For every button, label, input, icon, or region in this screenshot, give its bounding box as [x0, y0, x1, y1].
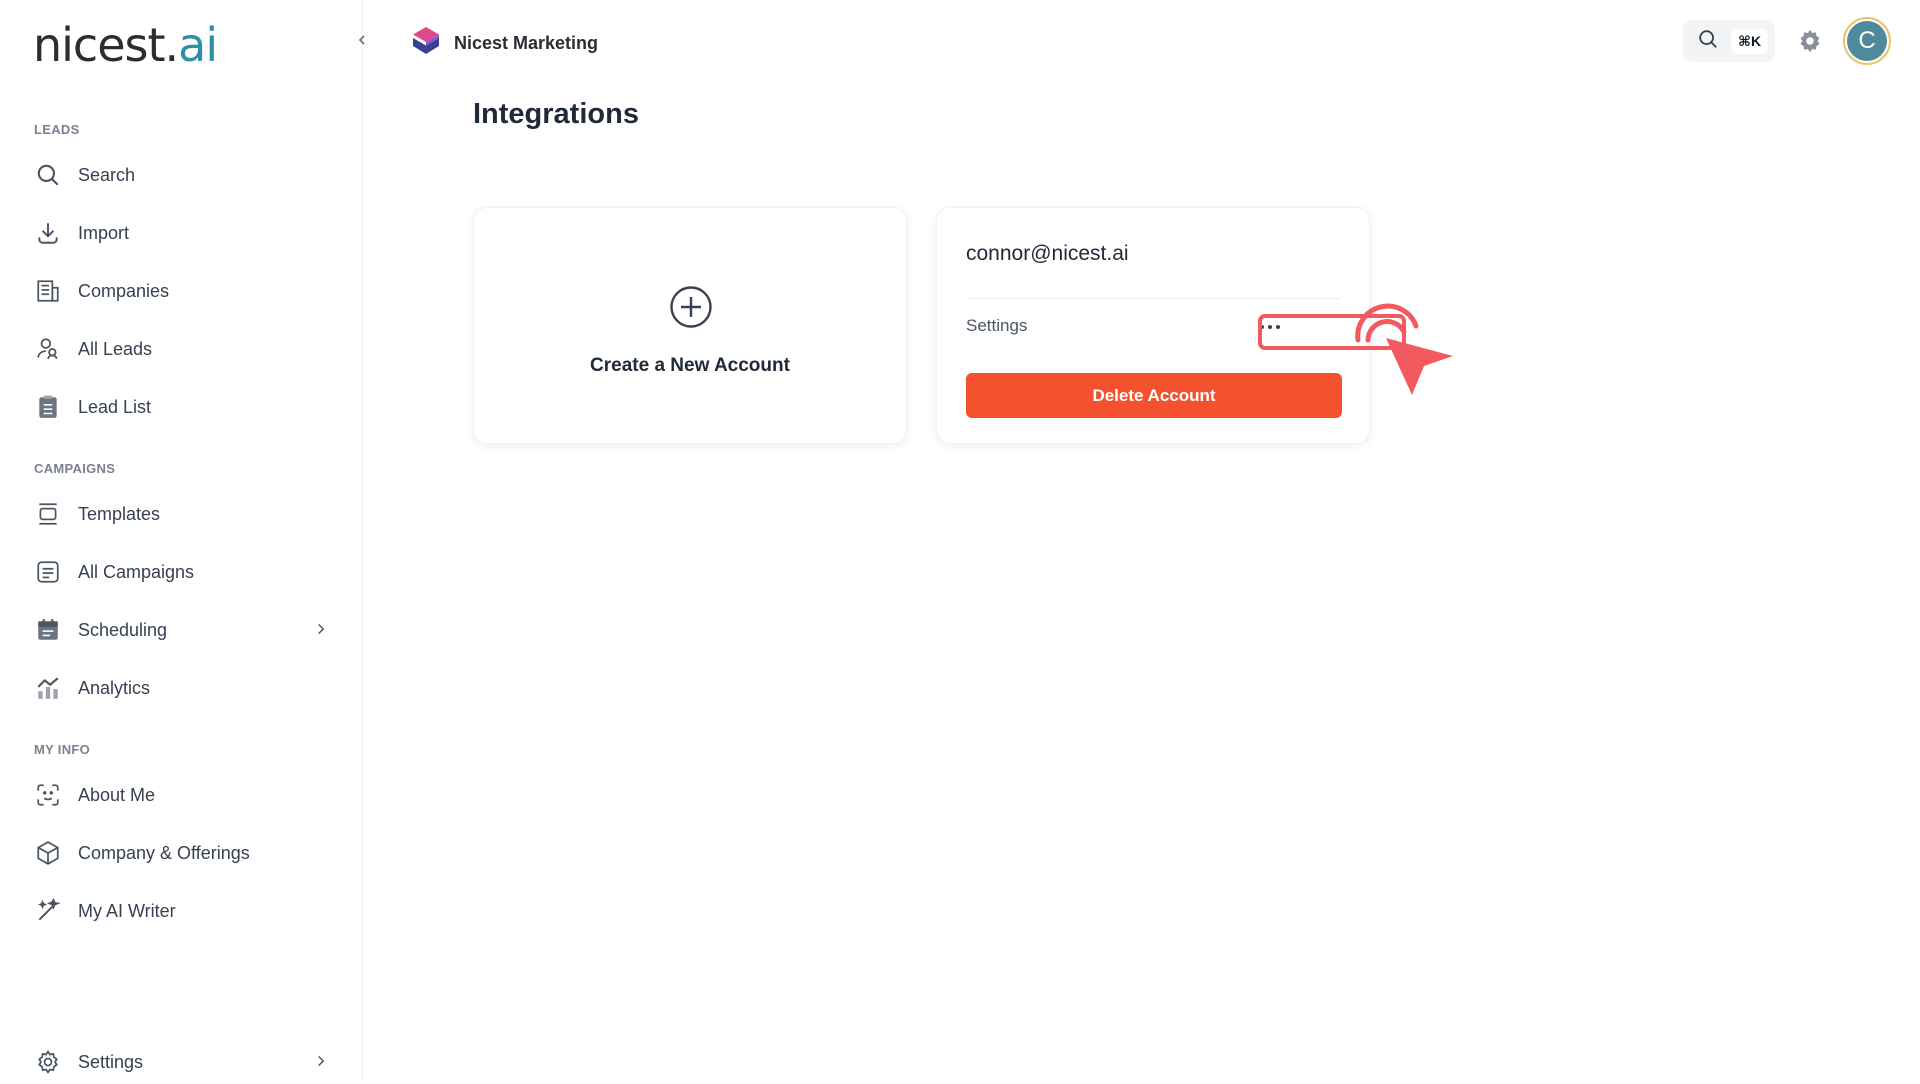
sidebar-item-label: Analytics [78, 677, 151, 698]
user-avatar[interactable]: C [1843, 17, 1891, 65]
sidebar-item-label: Settings [78, 1051, 144, 1072]
sidebar-item-label: Scheduling [78, 619, 168, 640]
section-label-leads: LEADS [34, 122, 80, 137]
sidebar-item-label: Companies [78, 280, 170, 301]
account-settings-label: Settings [966, 316, 1028, 335]
section-label-my-info: MY INFO [34, 742, 91, 757]
avatar-initial: C [1847, 21, 1887, 61]
sidebar-item-label: Templates [78, 503, 161, 524]
search-icon [28, 155, 68, 195]
click-pointer-icon [1350, 300, 1460, 415]
face-icon [28, 775, 68, 815]
sidebar-item-lead-list[interactable]: Lead List [28, 385, 338, 429]
sidebar-item-label: Company & Offerings [78, 842, 250, 863]
chevron-right-icon [312, 1052, 330, 1075]
sidebar-item-search[interactable]: Search [28, 153, 338, 197]
account-email: connor@nicest.ai [966, 242, 1129, 265]
gear-icon [28, 1042, 68, 1082]
sidebar-item-scheduling[interactable]: Scheduling [28, 608, 338, 652]
search-icon [1697, 28, 1719, 55]
sidebar-item-all-leads[interactable]: All Leads [28, 327, 338, 371]
chevron-right-icon [312, 620, 330, 643]
sidebar-item-label: All Campaigns [78, 561, 195, 582]
workspace-switcher[interactable]: Nicest Marketing [412, 26, 598, 61]
box-icon [28, 833, 68, 873]
sidebar-item-label: All Leads [78, 338, 153, 359]
keyboard-shortcut-badge: ⌘K [1731, 28, 1769, 54]
building-icon [28, 271, 68, 311]
sidebar-item-my-ai-writer[interactable]: My AI Writer [28, 889, 338, 933]
sidebar-item-label: Import [78, 222, 130, 243]
sidebar-item-import[interactable]: Import [28, 211, 338, 255]
sidebar-item-companies[interactable]: Companies [28, 269, 338, 313]
settings-gear-button[interactable] [1796, 27, 1824, 55]
logo[interactable]: nicest.ai [33, 18, 218, 72]
calendar-icon [28, 610, 68, 650]
sidebar-item-about-me[interactable]: About Me [28, 773, 338, 817]
sidebar-item-templates[interactable]: Templates [28, 492, 338, 536]
gear-icon [1796, 29, 1824, 59]
section-label-campaigns: CAMPAIGNS [34, 461, 116, 476]
sidebar-item-label: Lead List [78, 396, 152, 417]
clipboard-list-icon [28, 387, 68, 427]
users-icon [28, 329, 68, 369]
sidebar-item-settings[interactable]: Settings [28, 1040, 338, 1084]
global-search-button[interactable]: ⌘K [1683, 20, 1775, 62]
page-title: Integrations [473, 98, 639, 130]
chart-icon [28, 668, 68, 708]
workspace-logo-icon [412, 26, 440, 61]
divider [966, 298, 1340, 299]
download-icon [28, 213, 68, 253]
sidebar-item-analytics[interactable]: Analytics [28, 666, 338, 710]
sidebar: nicest.ai LEADS Search Import Companies … [0, 0, 363, 1080]
sidebar-item-label: Search [78, 164, 136, 185]
sidebar-item-all-campaigns[interactable]: All Campaigns [28, 550, 338, 594]
sidebar-item-label: My AI Writer [78, 900, 176, 921]
delete-account-button[interactable]: Delete Account [966, 373, 1342, 418]
chevron-left-icon [354, 32, 370, 53]
create-account-card[interactable]: Create a New Account [473, 207, 907, 444]
sidebar-item-company-offerings[interactable]: Company & Offerings [28, 831, 338, 875]
campaigns-icon [28, 552, 68, 592]
workspace-name: Nicest Marketing [454, 33, 599, 53]
template-icon [28, 494, 68, 534]
plus-circle-icon [669, 285, 713, 334]
sidebar-item-label: About Me [78, 784, 156, 805]
create-account-label: Create a New Account [590, 355, 790, 376]
magic-wand-icon [28, 891, 68, 931]
collapse-sidebar-button[interactable] [350, 30, 374, 54]
